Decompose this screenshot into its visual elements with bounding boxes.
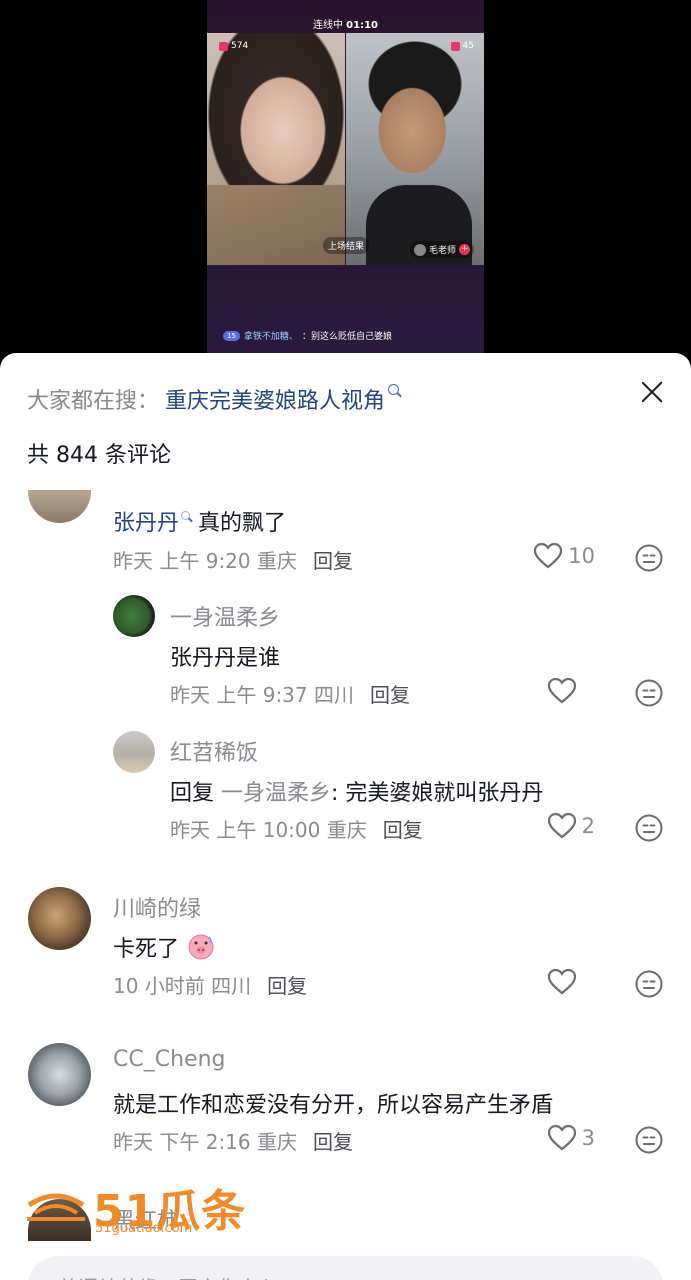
emoji-icon[interactable] bbox=[635, 814, 663, 842]
search-keyword[interactable]: 重庆完美婆娘路人视角 bbox=[165, 383, 385, 415]
timer-value: 01:10 bbox=[346, 20, 379, 31]
search-prefix: 大家都在搜： bbox=[27, 389, 160, 414]
reply-button[interactable]: 回复 bbox=[370, 683, 410, 707]
close-icon[interactable] bbox=[639, 379, 665, 405]
comment-text: 张丹丹 真的飘了 bbox=[113, 505, 286, 537]
avatar[interactable] bbox=[113, 595, 155, 637]
comment-meta: 昨天 上午 9:37 四川 回复 bbox=[170, 679, 410, 708]
like-count: 2 bbox=[581, 814, 595, 838]
cam-caption: 上场结果 bbox=[323, 237, 370, 254]
reply-button[interactable]: 回复 bbox=[267, 974, 307, 998]
comment-meta: 昨天 上午 10:00 重庆 回复 bbox=[170, 814, 423, 843]
host-tag[interactable]: 毛老师 + bbox=[409, 241, 474, 258]
username[interactable]: CC_Cheng bbox=[113, 1047, 225, 1072]
heart-icon bbox=[547, 1125, 576, 1151]
timer-prefix: 连线中 bbox=[312, 20, 343, 31]
like-count: 10 bbox=[568, 544, 595, 568]
comment-text: 就是工作和恋爱没有分开，所以容易产生矛盾 bbox=[113, 1093, 554, 1118]
like-count: 3 bbox=[581, 1126, 595, 1150]
like-button[interactable]: 2 bbox=[547, 813, 595, 839]
left-score: 574 bbox=[219, 41, 248, 51]
live-comment: 15 拿铁不加糖、 ：别这么贬低自己婆娘 bbox=[223, 329, 392, 342]
avatar[interactable] bbox=[113, 731, 155, 773]
comment-meta: 昨天 下午 2:16 重庆 回复 bbox=[113, 1126, 353, 1155]
comment-body: 真的飘了 bbox=[198, 511, 287, 536]
heart-icon bbox=[548, 678, 576, 704]
comment-body: 卡死了 bbox=[113, 937, 180, 962]
comment-text: 张丹丹是谁 bbox=[170, 646, 281, 671]
reply-prefix: 回复 bbox=[170, 781, 221, 806]
comment-time: 昨天 上午 9:37 四川 bbox=[170, 683, 354, 707]
comment-time: 昨天 上午 10:00 重庆 bbox=[170, 818, 367, 842]
username[interactable]: 红苕稀饭 bbox=[170, 735, 258, 767]
live-stream[interactable]: 连线中 01:10 574 45 上场结果 毛老师 + 15 拿铁不加糖、 ：别… bbox=[207, 0, 484, 360]
username[interactable]: 一身温柔乡 bbox=[170, 600, 280, 632]
reply-target-user[interactable]: 一身温柔乡 bbox=[221, 781, 331, 806]
follow-plus-icon[interactable]: + bbox=[459, 244, 470, 255]
flag-icon bbox=[450, 41, 460, 51]
avatar[interactable] bbox=[28, 1043, 91, 1106]
watermark-url: 51guatiao.com bbox=[95, 1221, 193, 1236]
right-score: 45 bbox=[450, 41, 474, 51]
trending-search[interactable]: 大家都在搜： 重庆完美婆娘路人视角 bbox=[27, 383, 400, 415]
comment-input[interactable]: 善语结善缘，恶言伤人心 bbox=[28, 1256, 663, 1280]
comment-time: 10 小时前 四川 bbox=[113, 974, 252, 998]
heart-icon bbox=[548, 969, 576, 995]
mention-link[interactable]: 张丹丹 bbox=[113, 511, 179, 536]
comment-sheet: 大家都在搜： 重庆完美婆娘路人视角 共 844 条评论 张丹丹 真的飘了 昨天 上… bbox=[0, 353, 691, 1280]
live-comment-user: 拿铁不加糖、 bbox=[243, 332, 298, 342]
live-comment-text: ：别这么贬低自己婆娘 bbox=[301, 332, 392, 342]
search-icon bbox=[388, 383, 400, 395]
emoji-icon[interactable] bbox=[635, 970, 663, 998]
heart-icon bbox=[534, 543, 563, 569]
right-score-value: 45 bbox=[462, 41, 474, 51]
host-name: 毛老师 bbox=[428, 246, 456, 256]
like-button[interactable] bbox=[548, 678, 576, 704]
watermark-logo: 51瓜条 51guatiao.com bbox=[25, 1175, 246, 1239]
comment-time: 昨天 下午 2:16 重庆 bbox=[113, 1130, 297, 1154]
search-icon bbox=[181, 511, 191, 520]
comment-text: 回复 一身温柔乡: 完美婆娘就叫张丹丹 bbox=[170, 775, 543, 807]
left-score-value: 574 bbox=[231, 41, 249, 51]
emoji-icon[interactable] bbox=[635, 544, 663, 572]
avatar[interactable] bbox=[28, 490, 91, 523]
like-button[interactable] bbox=[548, 969, 576, 995]
reply-button[interactable]: 回复 bbox=[313, 549, 353, 573]
emoji-icon[interactable] bbox=[635, 1126, 663, 1154]
heart-icon bbox=[547, 813, 576, 839]
left-camera: 574 bbox=[207, 33, 345, 265]
reply-button[interactable]: 回复 bbox=[313, 1130, 353, 1154]
level-badge: 15 bbox=[223, 330, 240, 341]
reply-button[interactable]: 回复 bbox=[383, 818, 423, 842]
avatar bbox=[413, 243, 426, 256]
pig-emoji-icon bbox=[188, 934, 214, 960]
comment-text: 卡死了 bbox=[113, 931, 216, 963]
username[interactable]: 川崎的绿 bbox=[113, 891, 201, 923]
watermark-icon bbox=[27, 1193, 85, 1221]
comment-input-placeholder: 善语结善缘，恶言伤人心 bbox=[58, 1272, 278, 1280]
emoji-icon[interactable] bbox=[635, 679, 663, 707]
comment-body: : 完美婆娘就叫张丹丹 bbox=[331, 781, 544, 806]
comment-count: 共 844 条评论 bbox=[27, 443, 171, 468]
connection-timer: 连线中 01:10 bbox=[207, 16, 484, 31]
comment-time: 昨天 上午 9:20 重庆 bbox=[113, 549, 297, 573]
comment-meta: 10 小时前 四川 回复 bbox=[113, 970, 307, 999]
avatar[interactable] bbox=[28, 887, 91, 950]
right-camera: 45 bbox=[346, 33, 484, 265]
like-button[interactable]: 10 bbox=[534, 543, 595, 569]
live-video-area[interactable]: 连线中 01:10 574 45 上场结果 毛老师 + 15 拿铁不加糖、 ：别… bbox=[0, 0, 691, 360]
flag-icon bbox=[219, 41, 228, 51]
comment-meta: 昨天 上午 9:20 重庆 回复 bbox=[113, 545, 353, 574]
like-button[interactable]: 3 bbox=[547, 1125, 595, 1151]
